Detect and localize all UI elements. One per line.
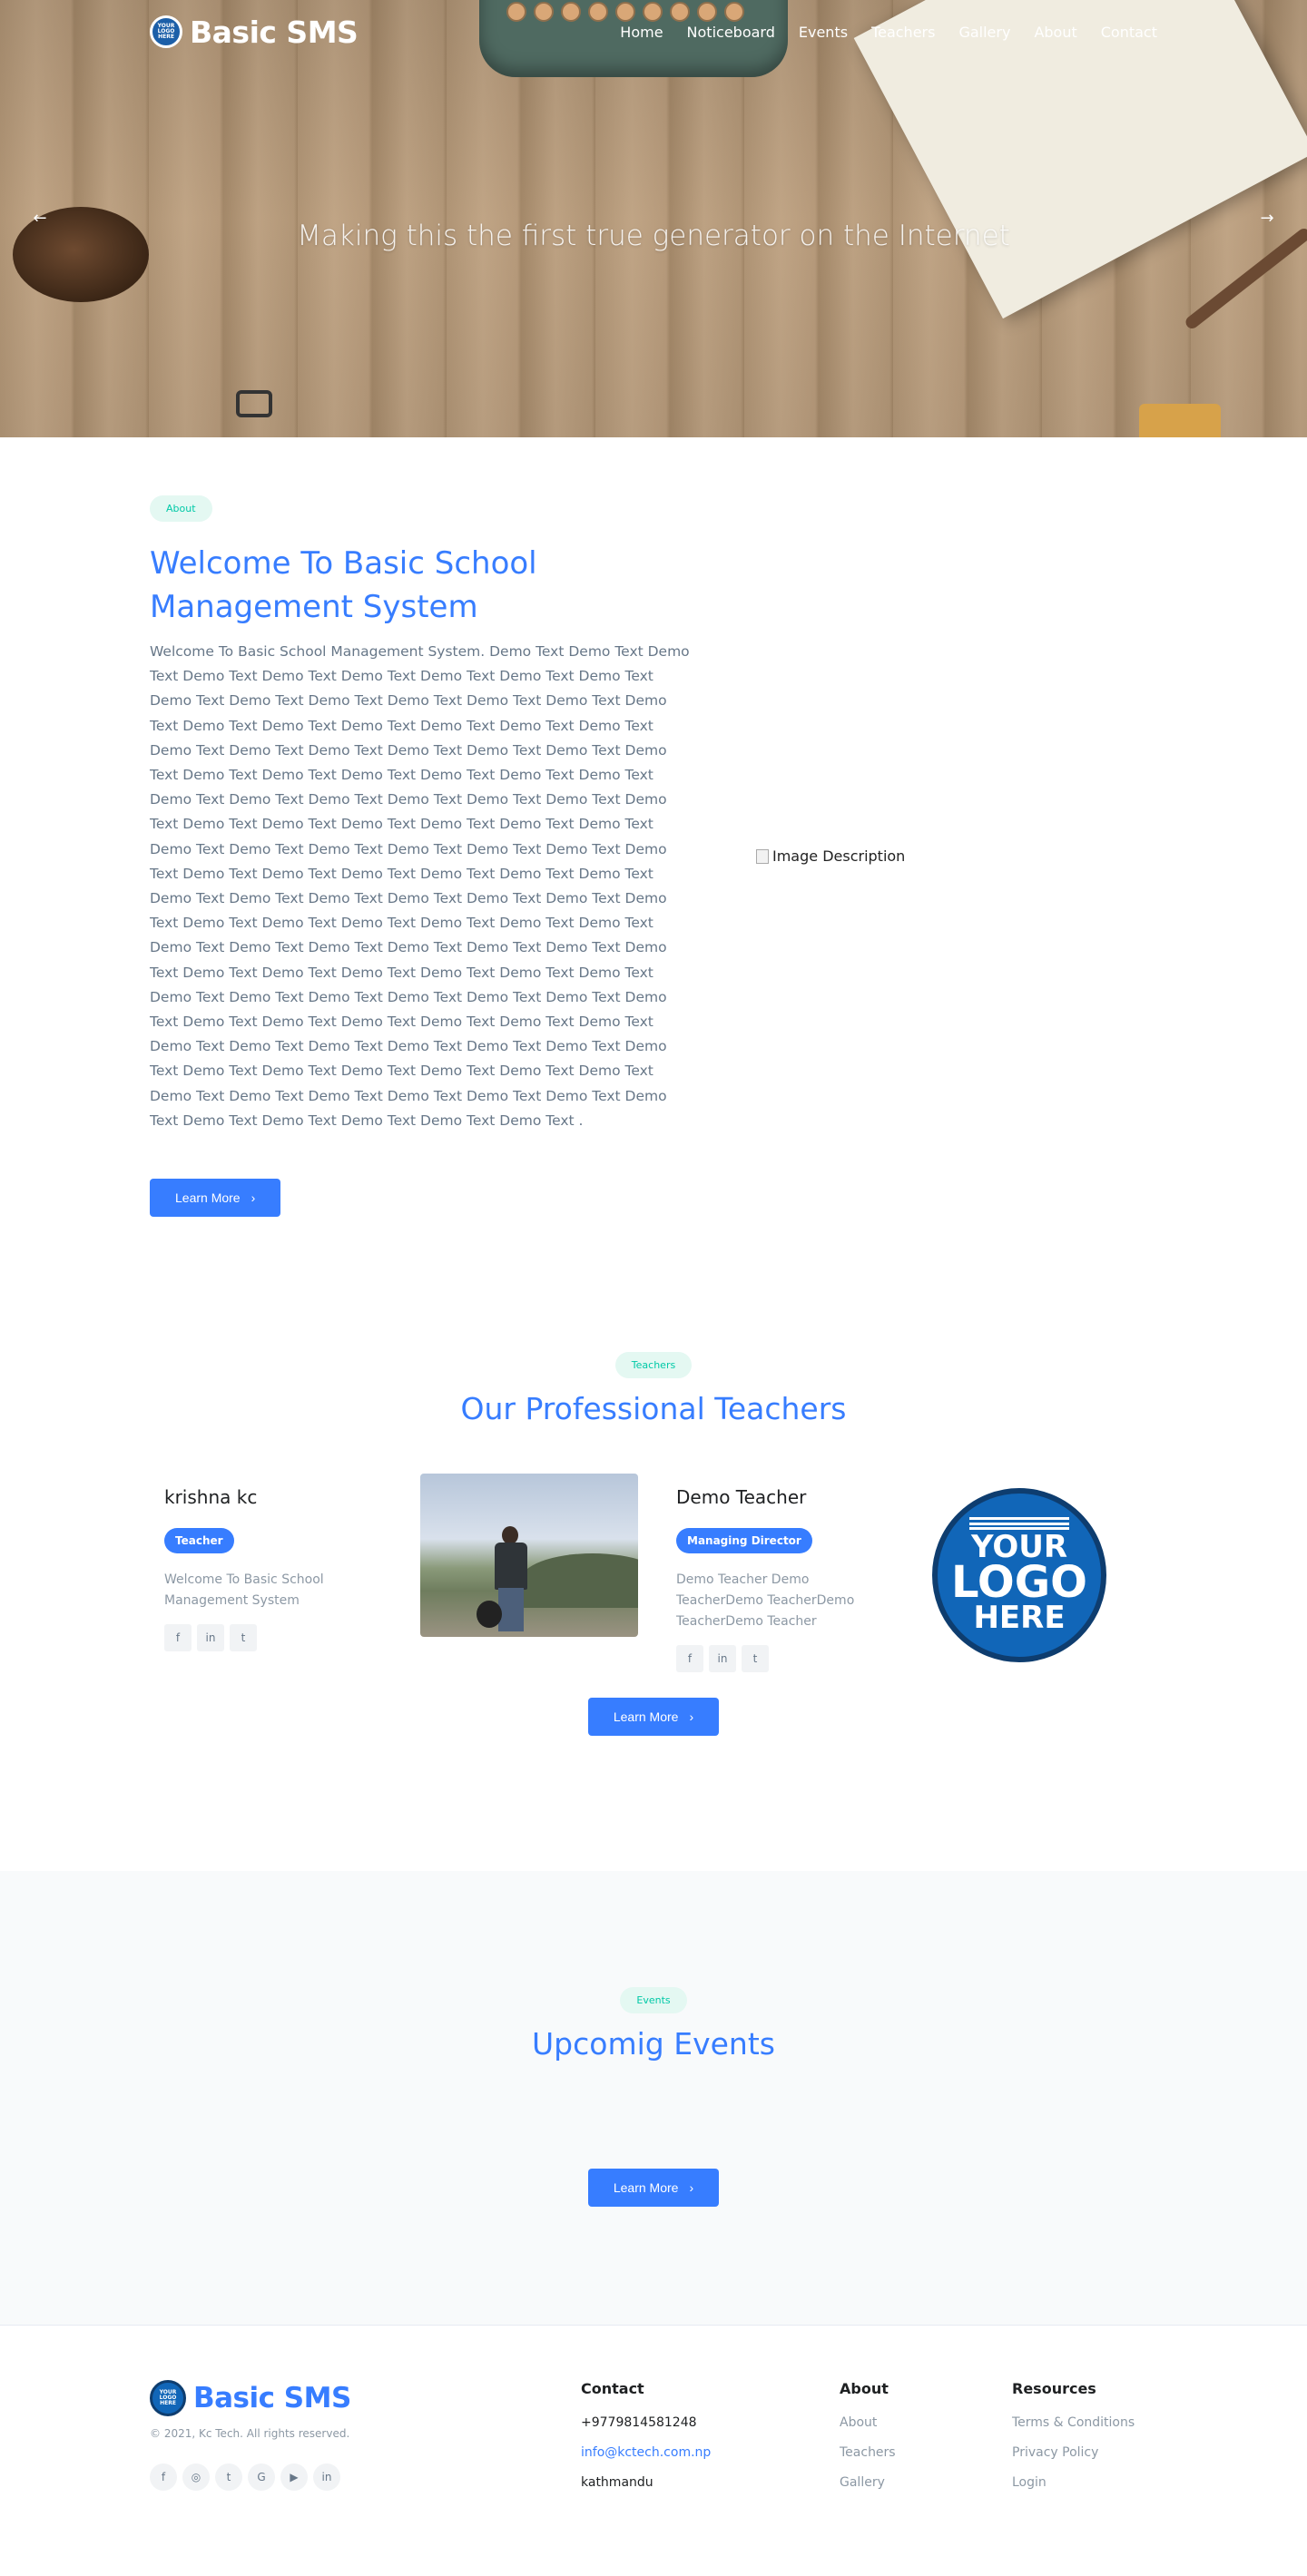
about-image-alt: Image Description <box>772 847 906 866</box>
logo-line-3: HERE <box>973 1600 1066 1636</box>
teacher-name: Demo Teacher <box>676 1486 807 1508</box>
teacher-card: krishna kc Teacher Welcome To Basic Scho… <box>164 1474 382 1651</box>
google-icon[interactable]: G <box>248 2463 275 2491</box>
hero-banner: YOUR LOGO HERE Basic SMS Home Noticeboar… <box>0 0 1307 437</box>
teacher-name: krishna kc <box>164 1486 258 1508</box>
footer-link-about[interactable]: About <box>840 2415 1012 2430</box>
footer-contact-heading: Contact <box>581 2380 644 2397</box>
nav-link-teachers[interactable]: Teachers <box>871 24 935 41</box>
brand-logo[interactable]: YOUR LOGO HERE Basic SMS <box>150 14 359 50</box>
chevron-right-icon: › <box>689 1709 694 1724</box>
teacher-social-links: f in t <box>164 1624 382 1651</box>
top-navbar: YOUR LOGO HERE Basic SMS Home Noticeboar… <box>0 0 1307 64</box>
footer-email-link[interactable]: info@kctech.com.np <box>581 2445 840 2460</box>
facebook-icon[interactable]: f <box>164 1624 192 1651</box>
footer-logo-badge: YOUR LOGO HERE <box>150 2380 186 2416</box>
about-body: Welcome To Basic School Management Syste… <box>150 643 690 1129</box>
carousel-next-arrow-icon[interactable]: → <box>1254 205 1280 230</box>
teacher-photo <box>420 1474 638 1637</box>
instagram-icon[interactable]: ◎ <box>182 2463 210 2491</box>
site-footer: YOUR LOGO HERE Basic SMS © 2021, Kc Tech… <box>0 2325 1307 2576</box>
about-learn-more-label: Learn More <box>175 1190 241 1206</box>
events-learn-more-button[interactable]: Learn More › <box>587 2169 720 2207</box>
footer-address: kathmandu <box>581 2475 654 2490</box>
brand-name: Basic SMS <box>190 14 359 50</box>
footer-link-privacy[interactable]: Privacy Policy <box>1012 2445 1135 2460</box>
footer-brand-name: Basic SMS <box>193 2382 351 2414</box>
linkedin-icon[interactable]: in <box>313 2463 340 2491</box>
teacher-bio: Welcome To Basic School Management Syste… <box>164 1572 324 1608</box>
binder-clip-image <box>236 390 272 417</box>
about-badge: About <box>150 495 212 522</box>
facebook-icon[interactable]: f <box>150 2463 177 2491</box>
footer-link-gallery[interactable]: Gallery <box>840 2475 1012 2490</box>
footer-social-links: f ◎ t G ▶ in <box>150 2463 581 2491</box>
footer-about-column: About About Teachers Gallery <box>840 2380 1012 2505</box>
linkedin-icon[interactable]: in <box>709 1645 736 1672</box>
teachers-title: Our Professional Teachers <box>460 1391 847 1426</box>
carousel-prev-arrow-icon[interactable]: ← <box>27 205 53 230</box>
teacher-logo-image: YOUR LOGO HERE <box>932 1488 1106 1662</box>
footer-resources-heading: Resources <box>1012 2380 1096 2397</box>
linkedin-icon[interactable]: in <box>197 1624 224 1651</box>
events-section: Events Upcomig Events Learn More › <box>0 1871 1307 2325</box>
teachers-badge: Teachers <box>614 1352 693 1378</box>
teachers-learn-more-label: Learn More <box>613 1709 679 1724</box>
teacher-role-badge: Managing Director <box>676 1528 812 1553</box>
teacher-social-links: f in t <box>676 1645 894 1672</box>
twitter-icon[interactable]: t <box>230 1624 257 1651</box>
teachers-section: Teachers Our Professional Teachers krish… <box>0 1352 1307 1871</box>
chevron-right-icon: › <box>251 1190 256 1206</box>
teacher-role-badge: Teacher <box>164 1528 234 1553</box>
facebook-icon[interactable]: f <box>676 1645 703 1672</box>
footer-resources-column: Resources Terms & Conditions Privacy Pol… <box>1012 2380 1135 2505</box>
events-title: Upcomig Events <box>532 2026 775 2062</box>
footer-phone: +9779814581248 <box>581 2415 697 2430</box>
broken-image-icon <box>756 848 769 864</box>
youtube-icon[interactable]: ▶ <box>280 2463 308 2491</box>
brand-logo-badge: YOUR LOGO HERE <box>150 15 182 48</box>
hero-caption: Making this the first true generator on … <box>297 220 1010 252</box>
footer-link-terms[interactable]: Terms & Conditions <box>1012 2415 1135 2430</box>
copyright-text: © 2021, Kc Tech. All rights reserved. <box>150 2427 350 2440</box>
twitter-icon[interactable]: t <box>215 2463 242 2491</box>
teacher-cards: krishna kc Teacher Welcome To Basic Scho… <box>150 1474 1157 1672</box>
events-learn-more-label: Learn More <box>613 2180 679 2195</box>
footer-link-teachers[interactable]: Teachers <box>840 2445 1012 2460</box>
teachers-learn-more-button[interactable]: Learn More › <box>587 1698 720 1736</box>
teacher-bio: Demo Teacher Demo TeacherDemo TeacherDem… <box>676 1572 855 1629</box>
teacher-card: Demo Teacher Managing Director Demo Teac… <box>676 1474 894 1672</box>
nav-link-noticeboard[interactable]: Noticeboard <box>687 24 775 41</box>
nav-link-gallery[interactable]: Gallery <box>958 24 1010 41</box>
footer-contact-column: Contact +9779814581248 info@kctech.com.n… <box>581 2380 840 2505</box>
about-image: Image Description <box>756 847 905 865</box>
twitter-icon[interactable]: t <box>742 1645 769 1672</box>
nav-link-contact[interactable]: Contact <box>1101 24 1157 41</box>
footer-brand-logo[interactable]: YOUR LOGO HERE Basic SMS <box>150 2380 581 2416</box>
about-section: About Welcome To Basic School Management… <box>0 437 1307 1352</box>
nav-link-home[interactable]: Home <box>620 24 663 41</box>
wood-block-image <box>1139 404 1221 437</box>
footer-link-login[interactable]: Login <box>1012 2475 1135 2490</box>
chevron-right-icon: › <box>689 2180 694 2195</box>
events-badge: Events <box>620 1987 687 2013</box>
nav-link-about[interactable]: About <box>1034 24 1076 41</box>
about-title: Welcome To Basic School Management Syste… <box>150 545 537 625</box>
footer-about-heading: About <box>840 2380 889 2397</box>
logo-line-2: LOGO <box>951 1557 1087 1608</box>
about-learn-more-button[interactable]: Learn More › <box>150 1179 281 1218</box>
nav-link-events[interactable]: Events <box>799 24 848 41</box>
nav-menu: Home Noticeboard Events Teachers Gallery… <box>620 24 1157 41</box>
